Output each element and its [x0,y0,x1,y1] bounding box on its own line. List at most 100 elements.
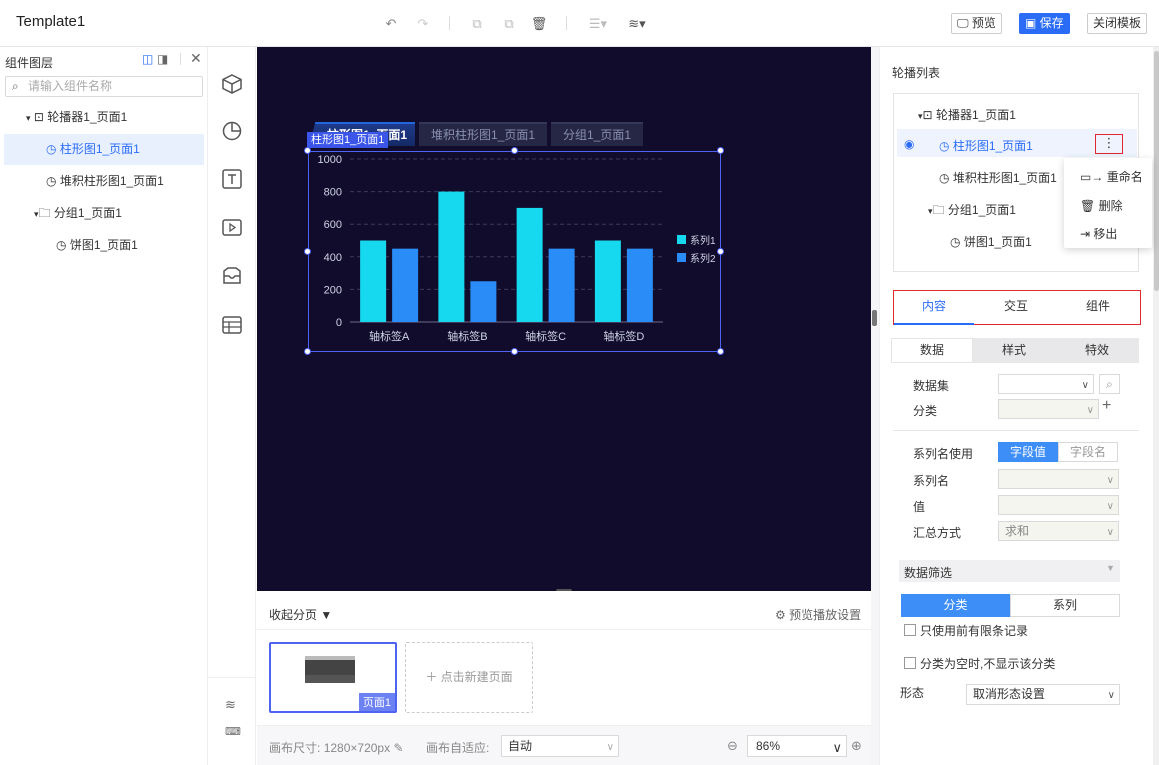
layout-single-icon[interactable]: ◫ [142,52,153,66]
resize-handle[interactable] [510,147,518,154]
save-button[interactable]: ▣ 保存 [1019,13,1070,34]
bar-chart[interactable]: 0 200 400 600 800 1000 轴标签A 轴标签B 轴标签C 轴标签D 系列1 系列2 [307,149,723,354]
add-page-button[interactable]: ＋ 点击新建页面 [405,642,533,713]
legend-swatch [677,235,686,244]
rename-icon: ▭→ [1080,170,1104,184]
chart-icon: ◷ [950,235,961,249]
add-icon[interactable]: + [1102,397,1111,415]
series-name-select[interactable]: ∨ [998,469,1119,489]
carousel-tree-item: 饼图1_页面1 [963,235,1032,249]
bar-2 [548,248,575,322]
canvas-size-value: 1280×720px [323,741,391,755]
close-panel-icon[interactable]: ✕ [190,50,202,67]
y-tick-label: 600 [324,219,342,231]
layout-double-icon[interactable]: ◨ [157,52,168,66]
value-select[interactable]: ∨ [998,495,1119,515]
chart-icon: ◷ [46,174,57,188]
zoom-select[interactable]: 86% ∨ [747,735,847,757]
form-select[interactable]: 取消形态设置 ∨ [966,684,1120,705]
media-icon[interactable] [221,216,243,238]
bar-1 [438,191,465,322]
trash-icon: 🗑 [1080,199,1096,213]
dataset-select[interactable]: ∨ [998,374,1094,394]
page-thumbnail[interactable]: 页面1 [269,642,397,713]
value-label: 值 [913,500,926,514]
hide-empty-label: 分类为空时,不显示该分类 [920,657,1056,671]
redo-icon[interactable]: ↷ [414,15,432,33]
paste-icon[interactable]: ⧉ [500,15,518,33]
filter-tab-series[interactable]: 系列 [1010,594,1120,617]
resize-handle[interactable] [717,147,724,154]
align-icon[interactable]: ☰▾ [585,15,611,33]
layer-item-pie[interactable]: ◷ 饼图1_页面1 [0,230,204,261]
zoom-out-icon[interactable]: ⊖ [727,738,738,754]
carousel-tab[interactable]: 分组1_页面1 [551,122,643,146]
keyboard-icon[interactable]: ⌨ [225,725,241,738]
subtab-effect[interactable]: 特效 [1055,338,1139,363]
subtab-style[interactable]: 样式 [973,338,1055,363]
pages-panel: 收起分页 ▼ ⚙ 预览播放设置 页面1 ＋ 点击新建页面 画布尺寸: 1280×… [257,591,871,765]
resize-handle[interactable] [304,348,311,355]
cube-icon[interactable] [221,73,243,95]
zoom-in-icon[interactable]: ⊕ [851,738,862,754]
category-select[interactable]: ∨ [998,399,1099,419]
edit-icon[interactable]: ✎ [393,741,403,755]
bar-2 [626,248,653,322]
y-tick-label: 400 [324,252,342,264]
series-field-value-option[interactable]: 字段值 [998,442,1058,462]
subtab-data[interactable]: 数据 [891,338,973,363]
preview-play-settings[interactable]: ⚙ 预览播放设置 [775,606,861,623]
x-tick-label: 轴标签A [369,329,410,343]
layer-panel: 组件图层 ◫ ◨ ✕ ⌕ 请输入组件名称 ▾ ⊡ 轮播器1_页面1 ◷ 柱形图1_… [0,47,208,765]
close-template-button[interactable]: 关闭模板 [1087,13,1148,34]
resize-handle[interactable] [717,348,724,355]
search-icon: ⌕ [12,79,19,93]
legend-label: 系列2 [690,252,716,265]
summary-select[interactable]: 求和 ∨ [998,521,1119,541]
hide-empty-checkbox[interactable] [904,657,916,669]
filter-tab-category[interactable]: 分类 [901,594,1010,617]
summary-label: 汇总方式 [913,526,962,540]
resize-handle[interactable] [510,348,518,355]
menu-rename[interactable]: ▭→ 重命名 [1080,168,1143,185]
search-icon[interactable]: ⌕ [1099,374,1120,394]
carousel-tab[interactable]: 堆积柱形图1_页面1 [419,122,547,146]
copy-icon[interactable]: ⧉ [468,15,486,33]
tab-content[interactable]: 内容 [922,297,946,314]
y-tick-label: 200 [324,284,342,296]
layer-item-carousel[interactable]: ▾ ⊡ 轮播器1_页面1 [0,102,204,133]
resize-handle[interactable] [717,247,724,255]
carousel-tree-root[interactable]: ▾⊡ 轮播器1_页面1 [918,106,1016,123]
layers-icon[interactable]: ≋ [225,697,236,713]
table-icon[interactable] [221,314,243,336]
layer-order-icon[interactable]: ≋▾ [624,15,650,33]
tab-component[interactable]: 组件 [1086,297,1110,314]
resize-handle[interactable] [304,247,311,255]
layer-item-bar-chart[interactable]: ◷ 柱形图1_页面1 [4,134,204,165]
chart-icon: ◷ [939,139,950,153]
undo-icon[interactable]: ↶ [382,15,400,33]
text-icon[interactable] [221,168,243,190]
component-sidebar: ≋ ⌨ [208,47,256,765]
canvas-fit-select[interactable]: 自动 ∨ [501,735,619,757]
container-icon[interactable] [221,265,243,287]
menu-delete[interactable]: 🗑 删除 [1080,197,1123,214]
delete-icon[interactable]: 🗑 [530,15,548,33]
series-field-name-option[interactable]: 字段名 [1058,442,1118,462]
design-canvas[interactable]: 柱形图1_页面1 堆积柱形图1_页面1 分组1_页面1 柱形图1_页面1 020… [257,47,871,593]
layer-search-input[interactable]: ⌕ 请输入组件名称 [5,76,203,97]
eye-icon[interactable]: ◉ [904,137,914,151]
preview-button[interactable]: 🖵 预览 [951,13,1002,34]
save-icon: ▣ [1025,16,1040,30]
layer-item-group[interactable]: ▾🗀 分组1_页面1 [0,198,204,229]
resize-handle[interactable] [304,147,311,154]
menu-move-out[interactable]: ⇥ 移出 [1080,225,1117,242]
tab-interaction[interactable]: 交互 [1004,297,1028,314]
layer-item-stacked-bar[interactable]: ◷ 堆积柱形图1_页面1 [0,166,204,197]
pie-chart-icon[interactable] [221,120,243,142]
collapse-pages-toggle[interactable]: 收起分页 ▼ [269,606,332,623]
plus-icon: ＋ [425,670,438,684]
limit-records-checkbox[interactable] [904,624,916,636]
carousel-tree-item: 柱形图1_页面1 [952,139,1033,153]
more-options-button[interactable]: ⋮ [1095,134,1123,154]
